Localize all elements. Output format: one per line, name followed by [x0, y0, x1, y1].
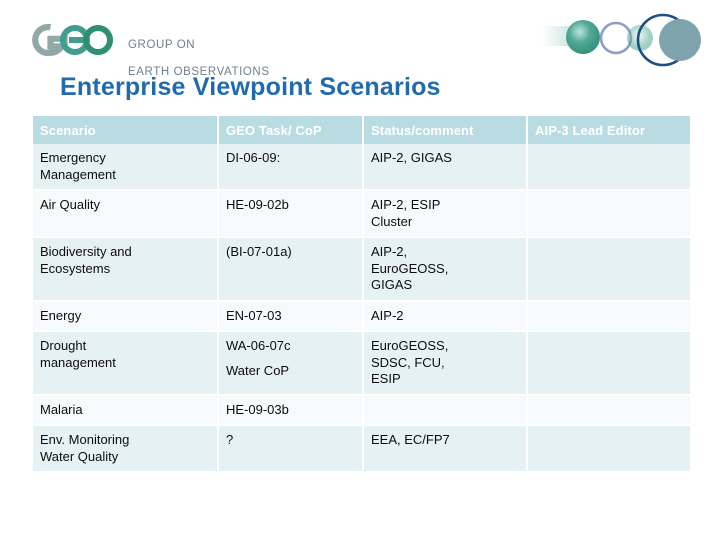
cell-lead-editor: [527, 237, 690, 302]
cell-line: Emergency: [40, 150, 106, 165]
cell-line: GIGAS: [371, 277, 413, 292]
cell-line: ?: [226, 432, 234, 447]
cell-line: Management: [40, 166, 116, 182]
cell-status: [363, 394, 528, 426]
cell-line: Malaria: [40, 401, 83, 417]
cell-line: Water CoP: [226, 362, 290, 378]
scenarios-table: Scenario GEO Task/ CoP Status/comment AI…: [33, 116, 690, 473]
column-header-status: Status/comment: [363, 116, 528, 144]
cell-scenario: Air Quality: [33, 190, 219, 238]
cell-line: (BI-07-01a): [226, 244, 292, 259]
scenarios-table-container: Scenario GEO Task/ CoP Status/comment AI…: [33, 116, 690, 473]
cell-line: management: [40, 354, 116, 370]
column-header-lead-editor: AIP-3 Lead Editor: [527, 116, 690, 144]
cell-lead-editor: [527, 190, 690, 238]
cell-line-gap: [226, 355, 356, 363]
cell-status: AIP-2, GIGAS: [363, 144, 528, 191]
cell-line: Cluster: [371, 213, 413, 229]
cell-lead-editor: [527, 300, 690, 332]
cell-geo-task: HE-09-03b: [218, 394, 364, 426]
page-title: Enterprise Viewpoint Scenarios: [60, 73, 441, 101]
cell-lead-editor: [527, 425, 690, 473]
cell-geo-task: HE-09-02b: [218, 190, 364, 238]
cell-line: Biodiversity and: [40, 244, 132, 259]
decorative-circles: [542, 13, 701, 67]
cell-scenario: Malaria: [33, 394, 219, 426]
table-row: Malaria HE-09-03b: [33, 394, 690, 426]
cell-line: HE-09-03b: [226, 401, 289, 417]
cell-lead-editor: [527, 144, 690, 191]
slide-canvas: GROUP ON EARTH OBSERVATIONS Enterprise V…: [0, 0, 720, 540]
table-row: Biodiversity and Ecosystems (BI-07-01a) AIP…: [33, 237, 690, 302]
column-header-scenario: Scenario: [33, 116, 219, 144]
cell-status: AIP-2, ESIP Cluster: [363, 190, 528, 238]
cell-line: AIP-2, ESIP: [371, 197, 441, 212]
deco-circle-filled-graynteal: [659, 19, 701, 61]
cell-scenario: Emergency Management: [33, 144, 219, 191]
cell-geo-task: EN-07-03: [218, 300, 364, 332]
cell-status: AIP-2, EuroGEOSS, GIGAS: [363, 237, 528, 302]
cell-lead-editor: [527, 331, 690, 396]
cell-line: SDSC, FCU,: [371, 354, 445, 370]
cell-scenario: Env. Monitoring Water Quality: [33, 425, 219, 473]
table-row: Air Quality HE-09-02b AIP-2, ESIP Cluster: [33, 190, 690, 238]
deco-circle-ring-bluegray: [599, 21, 633, 55]
cell-line: EEA, EC/FP7: [371, 432, 450, 447]
cell-scenario: Energy: [33, 300, 219, 332]
cell-status: EuroGEOSS, SDSC, FCU, ESIP: [363, 331, 528, 396]
cell-line: HE-09-02b: [226, 197, 289, 212]
cell-lead-editor: [527, 394, 690, 426]
cell-line: Water Quality: [40, 448, 119, 464]
cell-line: EN-07-03: [226, 307, 282, 323]
table-row: Emergency Management DI-06-09: AIP-2, GIGAS: [33, 144, 690, 191]
cell-line: Ecosystems: [40, 260, 111, 276]
cell-geo-task: WA-06-07c Water CoP: [218, 331, 364, 396]
cell-line: DI-06-09:: [226, 150, 281, 165]
cell-line: AIP-2: [371, 307, 404, 323]
cell-line: EuroGEOSS,: [371, 260, 449, 276]
cell-line: EuroGEOSS,: [371, 338, 449, 353]
table-row: Drought management WA-06-07c Water CoP EuroG…: [33, 331, 690, 396]
cell-line: WA-06-07c: [226, 338, 291, 353]
geo-logo-mark-icon: [32, 23, 113, 57]
geo-logo-line-1: GROUP ON: [128, 38, 196, 51]
cell-line: AIP-2, GIGAS: [371, 150, 452, 165]
cell-line: Env. Monitoring: [40, 432, 130, 447]
geo-logo: GROUP ON EARTH OBSERVATIONS: [30, 18, 270, 78]
cell-line: Drought: [40, 338, 87, 353]
cell-line: AIP-2,: [371, 244, 408, 259]
cell-status: AIP-2: [363, 300, 528, 332]
table-row: Env. Monitoring Water Quality? EEA, EC/FP7: [33, 425, 690, 473]
cell-scenario: Biodiversity and Ecosystems: [33, 237, 219, 302]
cell-line: ESIP: [371, 371, 401, 386]
cell-geo-task: DI-06-09:: [218, 144, 364, 191]
cell-geo-task: ?: [218, 425, 364, 473]
cell-line: Energy: [40, 307, 82, 323]
table-row: Energy EN-07-03 AIP-2: [33, 300, 690, 332]
column-header-geo-task: GEO Task/ CoP: [218, 116, 364, 144]
table-header-row: Scenario GEO Task/ CoP Status/comment AI…: [33, 116, 690, 144]
table-body: Emergency Management DI-06-09: AIP-2, GIGAS…: [33, 144, 690, 473]
cell-geo-task: (BI-07-01a): [218, 237, 364, 302]
cell-status: EEA, EC/FP7: [363, 425, 528, 473]
cell-line: Air Quality: [40, 197, 100, 212]
cell-scenario: Drought management: [33, 331, 219, 396]
deco-circle-filled-teal: [566, 20, 600, 54]
